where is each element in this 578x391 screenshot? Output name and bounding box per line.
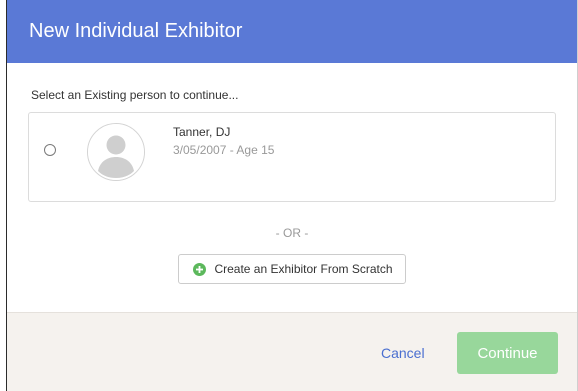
person-radio[interactable] [44, 144, 56, 156]
person-name: Tanner, DJ [173, 125, 231, 139]
modal-body: Select an Existing person to continue...… [7, 63, 577, 312]
or-divider: - OR - [275, 226, 309, 240]
person-birthdate-age: 3/05/2007 - Age 15 [173, 143, 275, 157]
avatar-svg [88, 124, 144, 180]
person-option-card[interactable]: Tanner, DJ 3/05/2007 - Age 15 [28, 112, 556, 202]
cancel-link[interactable]: Cancel [381, 345, 425, 361]
continue-button[interactable]: Continue [457, 332, 558, 374]
create-from-scratch-label: Create an Exhibitor From Scratch [214, 262, 393, 276]
scratch-row: Create an Exhibitor From Scratch [28, 254, 556, 284]
new-exhibitor-modal: New Individual Exhibitor Select an Exist… [6, 0, 578, 391]
modal-footer: Cancel Continue [7, 312, 577, 391]
person-silhouette-icon [87, 123, 145, 181]
plus-circle-icon [193, 262, 207, 276]
modal-title: New Individual Exhibitor [29, 20, 243, 42]
select-person-prompt: Select an Existing person to continue... [31, 88, 239, 102]
person-info: Tanner, DJ 3/05/2007 - Age 15 [173, 125, 274, 157]
create-from-scratch-button[interactable]: Create an Exhibitor From Scratch [178, 254, 406, 284]
modal-header: New Individual Exhibitor [7, 0, 577, 63]
